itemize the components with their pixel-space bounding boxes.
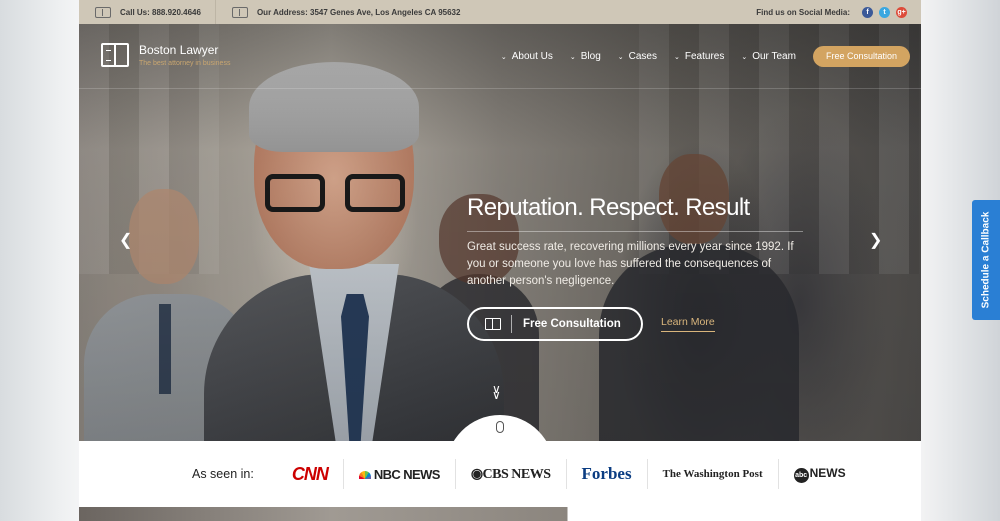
- phone-book-icon: [95, 6, 111, 18]
- nav-item-about-us[interactable]: ⌄ About Us: [501, 51, 553, 62]
- open-book-icon: [101, 43, 129, 67]
- phone-info[interactable]: Call Us: 888.920.4646: [79, 0, 201, 24]
- social-label: Find us on Social Media:: [756, 7, 850, 17]
- google-plus-icon[interactable]: g+: [896, 6, 907, 18]
- nav-free-consultation-button[interactable]: Free Consultation: [812, 46, 910, 67]
- chevron-down-icon: ⌄: [674, 53, 680, 61]
- hero-slide-content: Reputation. Respect. Result Great succes…: [467, 194, 807, 341]
- top-info-bar: Call Us: 888.920.4646 Our Address: 3547 …: [79, 0, 921, 24]
- hero-title-rule: [467, 231, 803, 232]
- nbc-news-logo: NBC NEWS: [344, 459, 456, 489]
- chevron-down-icon: ⌄: [569, 53, 576, 61]
- nav-label: About Us: [511, 51, 553, 62]
- next-section-preview: [79, 507, 921, 521]
- slider-next-arrow-icon[interactable]: ❯: [869, 230, 882, 250]
- hero-slider: Boston Lawyer The best attorney in busin…: [79, 24, 921, 441]
- open-book-icon: [485, 318, 501, 330]
- forbes-logo: Forbes: [567, 459, 648, 489]
- button-label: Free Consultation: [523, 318, 621, 330]
- washington-post-logo: The Washington Post: [648, 459, 779, 489]
- map-icon: [231, 6, 248, 18]
- address-info: Our Address: 3547 Genes Ave, Los Angeles…: [216, 0, 461, 24]
- social-links: Find us on Social Media: f t g+: [756, 6, 921, 18]
- chevron-down-icon: ⌄: [741, 53, 748, 61]
- double-chevron-down-icon[interactable]: ∨ ∨: [492, 383, 501, 401]
- site-logo[interactable]: Boston Lawyer The best attorney in busin…: [101, 43, 230, 67]
- hero-title: Reputation. Respect. Result: [467, 194, 750, 221]
- nav-item-blog[interactable]: ⌄ Blog: [570, 51, 601, 62]
- brand-name: Boston Lawyer: [139, 43, 219, 57]
- as-seen-in-label: As seen in:: [192, 467, 254, 481]
- nav-label: Blog: [580, 51, 601, 62]
- chevron-down-icon: ⌄: [500, 53, 507, 61]
- schedule-callback-tab[interactable]: Schedule a Callback: [972, 200, 1000, 320]
- abc-news-logo: abc NEWS: [779, 459, 861, 489]
- nav-item-features[interactable]: ⌄ Features: [674, 51, 724, 62]
- button-divider: [511, 315, 512, 333]
- hero-free-consultation-button[interactable]: Free Consultation: [467, 307, 643, 341]
- nav-label: Features: [684, 51, 725, 62]
- facebook-icon[interactable]: f: [862, 6, 873, 18]
- page: Call Us: 888.920.4646 Our Address: 3547 …: [79, 0, 921, 521]
- nav-label: Our Team: [752, 51, 796, 62]
- twitter-icon[interactable]: t: [879, 6, 890, 18]
- nav-label: Cases: [628, 51, 657, 62]
- abc-icon: abc: [793, 467, 809, 483]
- as-seen-in-bar: As seen in: CNN NBC NEWS ◉CBS NEWS Forbe…: [79, 441, 921, 507]
- mouse-scroll-icon[interactable]: [496, 421, 504, 433]
- peacock-icon: [358, 470, 371, 479]
- callback-label: Schedule a Callback: [980, 211, 992, 309]
- cnn-logo: CNN: [277, 459, 344, 489]
- nav-divider: [79, 88, 921, 89]
- chevron-down-icon: ⌄: [617, 53, 624, 61]
- cbs-eye-icon: ◉: [470, 466, 483, 482]
- brand-tagline: The best attorney in business: [139, 60, 231, 67]
- slider-prev-arrow-icon[interactable]: ❮: [119, 230, 132, 250]
- learn-more-link[interactable]: Learn More: [661, 316, 715, 332]
- nav-item-our-team[interactable]: ⌄ Our Team: [741, 51, 796, 62]
- address-text: Our Address: 3547 Genes Ave, Los Angeles…: [256, 7, 461, 17]
- hero-description: Great success rate, recovering millions …: [467, 241, 794, 287]
- phone-text: Call Us: 888.920.4646: [120, 7, 201, 17]
- nav-item-cases[interactable]: ⌄ Cases: [618, 51, 657, 62]
- main-nav: ⌄ About Us ⌄ Blog ⌄ Cases ⌄ Features ⌄ Our Te…: [501, 46, 910, 67]
- cbs-news-logo: ◉CBS NEWS: [456, 459, 567, 489]
